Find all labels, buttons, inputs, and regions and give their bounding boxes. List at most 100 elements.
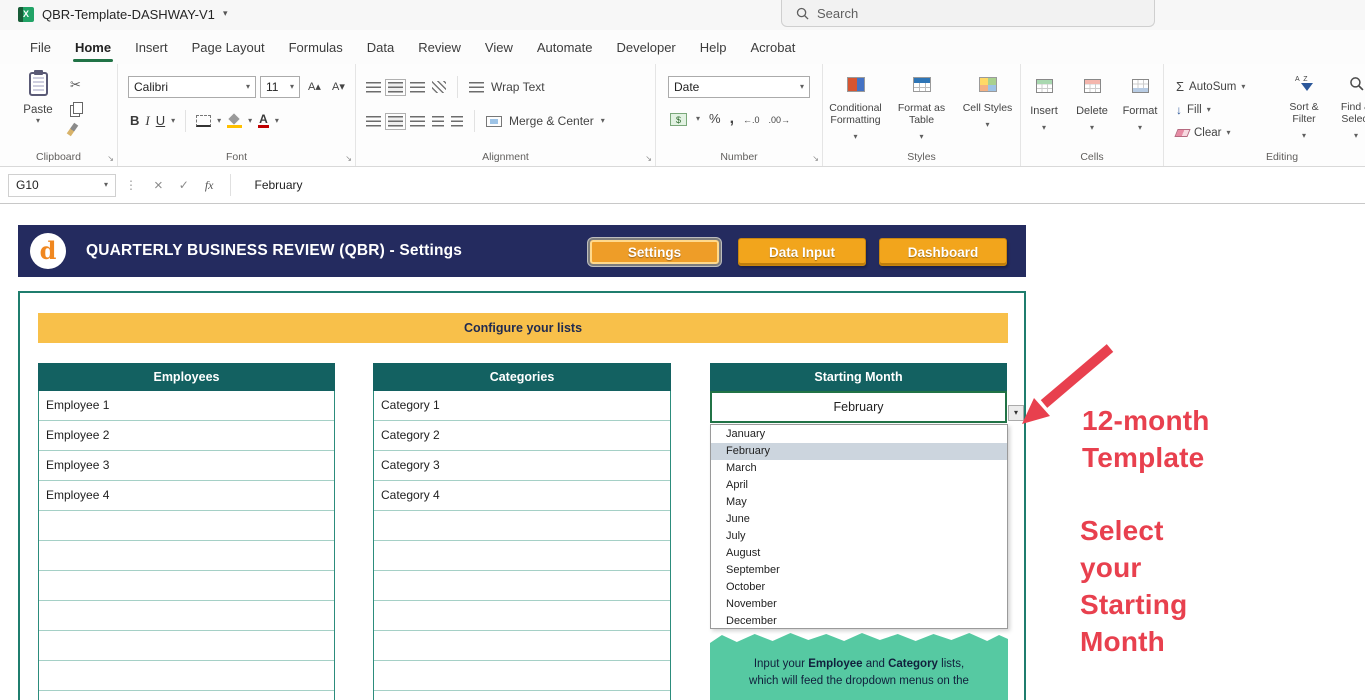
month-option-september[interactable]: September	[711, 562, 1007, 579]
month-option-november[interactable]: November	[711, 596, 1007, 613]
table-row[interactable]	[39, 631, 334, 661]
copy-icon[interactable]	[70, 102, 81, 115]
month-option-october[interactable]: October	[711, 579, 1007, 596]
accounting-format-icon[interactable]	[670, 113, 687, 126]
comma-style-icon[interactable]	[730, 110, 734, 128]
table-row[interactable]: Employee 4	[39, 481, 334, 511]
align-bottom-icon[interactable]	[410, 82, 425, 93]
menu-tab-home[interactable]: Home	[63, 30, 123, 64]
menu-tab-view[interactable]: View	[473, 30, 525, 64]
dialog-launcher-icon[interactable]	[812, 154, 819, 163]
table-row[interactable]	[374, 691, 670, 700]
number-format-select[interactable]: Date	[668, 76, 810, 98]
align-left-icon[interactable]	[366, 116, 381, 127]
month-option-may[interactable]: May	[711, 494, 1007, 511]
menu-tab-insert[interactable]: Insert	[123, 30, 180, 64]
cell-styles-button[interactable]: Cell Styles	[957, 77, 1019, 144]
nav-button-data-input[interactable]: Data Input	[738, 238, 866, 266]
decrease-indent-icon[interactable]	[432, 116, 444, 127]
borders-icon[interactable]	[196, 115, 211, 127]
table-row[interactable]: Employee 3	[39, 451, 334, 481]
table-row[interactable]: Category 4	[374, 481, 670, 511]
percent-style-icon[interactable]	[709, 110, 721, 128]
font-size-select[interactable]: 11	[260, 76, 300, 98]
insert-function-icon[interactable]	[205, 178, 214, 193]
month-option-march[interactable]: March	[711, 460, 1007, 477]
menu-tab-acrobat[interactable]: Acrobat	[739, 30, 808, 64]
month-option-august[interactable]: August	[711, 545, 1007, 562]
nav-button-settings[interactable]: Settings	[588, 238, 721, 266]
format-painter-icon[interactable]	[67, 123, 79, 137]
table-row[interactable]	[374, 631, 670, 661]
conditional-formatting-button[interactable]: Conditional Formatting	[825, 77, 887, 144]
month-option-december[interactable]: December	[711, 613, 1007, 630]
formula-bar-value[interactable]: February	[255, 178, 303, 192]
drag-handle-icon[interactable]	[125, 178, 137, 192]
dialog-launcher-icon[interactable]	[645, 154, 652, 163]
increase-indent-icon[interactable]	[451, 116, 463, 127]
align-right-icon[interactable]	[410, 116, 425, 127]
name-box[interactable]: G10	[8, 174, 116, 197]
enter-icon[interactable]	[179, 178, 189, 192]
decrease-decimal-icon[interactable]	[769, 110, 791, 128]
merge-center-button[interactable]: Merge & Center	[509, 114, 594, 128]
table-row[interactable]	[39, 661, 334, 691]
align-middle-icon[interactable]	[388, 82, 403, 93]
table-row[interactable]	[374, 541, 670, 571]
menu-tab-automate[interactable]: Automate	[525, 30, 605, 64]
decrease-font-size-icon[interactable]	[332, 80, 345, 93]
bold-icon[interactable]	[130, 112, 139, 130]
menu-tab-file[interactable]: File	[18, 30, 63, 64]
increase-decimal-icon[interactable]	[743, 110, 760, 128]
table-row[interactable]	[39, 571, 334, 601]
cancel-icon[interactable]	[154, 177, 163, 194]
menu-tab-page-layout[interactable]: Page Layout	[180, 30, 277, 64]
chevron-down-icon[interactable]	[223, 8, 228, 19]
find-select-button[interactable]: Find & Select	[1332, 76, 1365, 143]
workbook-title[interactable]: QBR-Template-DASHWAY-V1	[42, 7, 215, 22]
menu-tab-developer[interactable]: Developer	[605, 30, 688, 64]
table-row[interactable]: Employee 1	[39, 391, 334, 421]
fill-button[interactable]: Fill	[1176, 103, 1211, 117]
table-row[interactable]	[39, 601, 334, 631]
month-option-july[interactable]: July	[711, 528, 1007, 545]
format-as-table-button[interactable]: Format as Table	[891, 77, 953, 144]
cut-icon[interactable]	[70, 76, 81, 94]
increase-font-size-icon[interactable]	[308, 80, 321, 93]
starting-month-cell[interactable]: February	[710, 391, 1007, 423]
sort-filter-button[interactable]: Sort & Filter	[1280, 76, 1328, 143]
menu-tab-data[interactable]: Data	[355, 30, 406, 64]
menu-tab-review[interactable]: Review	[406, 30, 473, 64]
table-row[interactable]: Employee 2	[39, 421, 334, 451]
table-row[interactable]	[39, 691, 334, 700]
table-row[interactable]	[39, 541, 334, 571]
orientation-icon[interactable]	[432, 81, 446, 93]
align-center-icon[interactable]	[388, 116, 403, 127]
insert-cells-button[interactable]: Insert	[1023, 79, 1065, 135]
table-row[interactable]	[374, 601, 670, 631]
table-row[interactable]: Category 3	[374, 451, 670, 481]
format-cells-button[interactable]: Format	[1119, 79, 1161, 135]
wrap-text-button[interactable]: Wrap Text	[491, 80, 545, 94]
table-row[interactable]	[374, 511, 670, 541]
align-top-icon[interactable]	[366, 82, 381, 93]
autosum-button[interactable]: AutoSum	[1176, 79, 1245, 94]
font-name-select[interactable]: Calibri	[128, 76, 256, 98]
delete-cells-button[interactable]: Delete	[1071, 79, 1113, 135]
dialog-launcher-icon[interactable]	[345, 154, 352, 163]
fill-color-icon[interactable]	[227, 115, 242, 128]
month-option-january[interactable]: January	[711, 426, 1007, 443]
paste-button[interactable]: Paste	[14, 72, 62, 125]
table-row[interactable]	[374, 661, 670, 691]
italic-icon[interactable]	[145, 112, 149, 130]
table-row[interactable]: Category 2	[374, 421, 670, 451]
font-color-icon[interactable]	[258, 114, 269, 128]
clear-button[interactable]: Clear	[1176, 127, 1231, 139]
search-box[interactable]: Search	[781, 0, 1155, 27]
table-row[interactable]	[374, 571, 670, 601]
menu-tab-help[interactable]: Help	[688, 30, 739, 64]
dialog-launcher-icon[interactable]	[107, 154, 114, 163]
table-row[interactable]: Category 1	[374, 391, 670, 421]
month-option-june[interactable]: June	[711, 511, 1007, 528]
nav-button-dashboard[interactable]: Dashboard	[879, 238, 1007, 266]
